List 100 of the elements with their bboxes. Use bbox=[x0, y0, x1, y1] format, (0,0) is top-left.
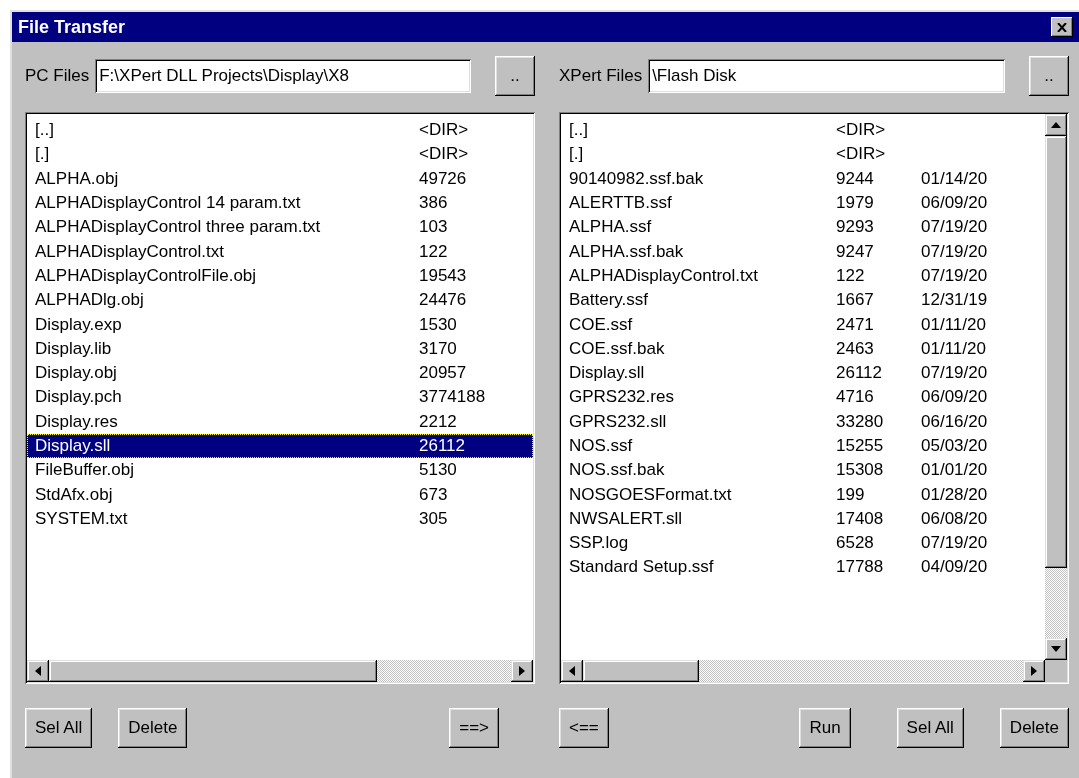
file-name: SSP.log bbox=[569, 533, 630, 554]
file-row[interactable]: Display.sll 26112 07/19/20 bbox=[561, 360, 1045, 386]
scroll-right-button[interactable] bbox=[1023, 660, 1045, 682]
file-row[interactable]: Display.obj 20957 bbox=[27, 360, 533, 386]
scroll-down-button[interactable] bbox=[1045, 638, 1067, 660]
file-name: NWSALERT.sll bbox=[569, 508, 684, 529]
file-size: 49726 bbox=[419, 168, 468, 189]
file-date: 07/19/20 bbox=[921, 265, 988, 286]
file-name: ALPHADisplayControl three param.txt bbox=[35, 217, 322, 238]
file-name: Display.pch bbox=[35, 387, 123, 408]
action-button[interactable]: Sel All bbox=[896, 708, 964, 748]
file-name: Battery.ssf bbox=[569, 290, 650, 311]
file-row[interactable]: FileBuffer.obj 5130 bbox=[27, 458, 533, 483]
file-row[interactable]: StdAfx.obj 673 bbox=[27, 482, 533, 507]
file-name: NOSGOESFormat.txt bbox=[569, 484, 733, 505]
scroll-up-button[interactable] bbox=[1045, 114, 1067, 136]
action-button[interactable]: Delete bbox=[118, 708, 188, 748]
file-row[interactable]: [..] <DIR> bbox=[27, 118, 533, 143]
file-row[interactable]: ALPHADisplayControl three param.txt 103 bbox=[27, 215, 533, 240]
vertical-scrollbar[interactable] bbox=[1045, 114, 1067, 660]
file-row[interactable]: NOSGOESFormat.txt 199 01/28/20 bbox=[561, 482, 1045, 507]
file-size: 17408 bbox=[836, 508, 885, 529]
browse-button[interactable]: .. bbox=[1029, 56, 1069, 96]
file-row[interactable]: SYSTEM.txt 305 bbox=[27, 506, 533, 532]
file-row[interactable]: Display.lib 3170 bbox=[27, 336, 533, 361]
file-row[interactable]: Display.sll 26112 bbox=[27, 433, 533, 459]
file-row[interactable]: ALPHADisplayControlFile.obj 19543 bbox=[27, 263, 533, 289]
file-row[interactable]: Display.exp 1530 bbox=[27, 312, 533, 337]
file-date: 01/01/20 bbox=[921, 460, 988, 481]
file-row[interactable]: ALPHA.ssf 9293 07/19/20 bbox=[561, 215, 1045, 240]
horizontal-scrollbar[interactable] bbox=[27, 660, 533, 682]
horizontal-scrollbar[interactable] bbox=[561, 660, 1045, 682]
file-size: 673 bbox=[419, 484, 449, 505]
file-row[interactable]: NOS.ssf.bak 15308 01/01/20 bbox=[561, 458, 1045, 483]
scroll-thumb[interactable] bbox=[583, 660, 699, 682]
file-size: 386 bbox=[419, 193, 449, 214]
action-button[interactable]: <== bbox=[559, 708, 609, 748]
file-row[interactable]: COE.ssf 2471 01/11/20 bbox=[561, 312, 1045, 337]
path-field[interactable]: \Flash Disk bbox=[648, 59, 1005, 93]
file-size: 9293 bbox=[836, 217, 875, 238]
file-date: 06/09/20 bbox=[921, 193, 988, 214]
file-name: ALPHA.ssf bbox=[569, 217, 653, 238]
file-row[interactable]: [..] <DIR> bbox=[561, 118, 1045, 143]
scroll-thumb[interactable] bbox=[1045, 136, 1067, 568]
file-row[interactable]: Standard Setup.ssf 17788 04/09/20 bbox=[561, 555, 1045, 580]
file-list[interactable] bbox=[559, 112, 1069, 684]
browse-button[interactable]: .. bbox=[495, 56, 535, 96]
file-row[interactable]: 90140982.ssf.bak 9244 01/14/20 bbox=[561, 166, 1045, 191]
file-row[interactable]: ALPHADisplayControl 14 param.txt 386 bbox=[27, 190, 533, 216]
file-row[interactable]: [.] <DIR> bbox=[561, 142, 1045, 167]
file-row[interactable]: Battery.ssf 1667 12/31/19 bbox=[561, 288, 1045, 313]
file-row[interactable]: Display.pch 3774188 bbox=[27, 385, 533, 410]
scroll-right-button[interactable] bbox=[511, 660, 533, 682]
file-name: Display.sll bbox=[35, 436, 112, 456]
file-size: 26112 bbox=[836, 363, 883, 384]
file-row[interactable]: ALPHA.ssf.bak 9247 07/19/20 bbox=[561, 239, 1045, 264]
file-size: 122 bbox=[419, 241, 449, 262]
close-button[interactable] bbox=[1051, 17, 1073, 37]
file-row[interactable]: COE.ssf.bak 2463 01/11/20 bbox=[561, 336, 1045, 361]
file-size: 2463 bbox=[836, 338, 875, 359]
file-row[interactable]: GPRS232.sll 33280 06/16/20 bbox=[561, 409, 1045, 434]
file-row[interactable]: ALPHADisplayControl.txt 122 07/19/20 bbox=[561, 263, 1045, 289]
scroll-left-button[interactable] bbox=[27, 660, 49, 682]
scroll-left-button[interactable] bbox=[561, 660, 583, 682]
file-name: ALERTTB.ssf bbox=[569, 193, 673, 214]
path-field[interactable]: F:\XPert DLL Projects\Display\X8 bbox=[95, 59, 471, 93]
file-size: 20957 bbox=[419, 363, 468, 384]
file-row[interactable]: Display.res 2212 bbox=[27, 409, 533, 434]
file-list[interactable] bbox=[25, 112, 535, 684]
scroll-thumb[interactable] bbox=[49, 660, 377, 682]
file-row[interactable]: NWSALERT.sll 17408 06/08/20 bbox=[561, 506, 1045, 532]
action-button[interactable]: Sel All bbox=[25, 708, 93, 748]
file-row[interactable]: GPRS232.res 4716 06/09/20 bbox=[561, 385, 1045, 410]
file-date: 01/11/20 bbox=[921, 314, 986, 335]
file-date: 07/19/20 bbox=[921, 241, 988, 262]
file-row[interactable]: SSP.log 6528 07/19/20 bbox=[561, 531, 1045, 556]
scrollbar-corner bbox=[1045, 660, 1067, 682]
file-size: 122 bbox=[836, 265, 866, 286]
action-button[interactable]: Run bbox=[799, 708, 851, 748]
close-icon bbox=[1057, 22, 1067, 32]
action-button[interactable]: Delete bbox=[999, 708, 1069, 748]
action-button[interactable]: ==> bbox=[449, 708, 499, 748]
file-size: 15255 bbox=[836, 436, 885, 456]
file-name: [.] bbox=[35, 144, 51, 165]
file-date: 04/09/20 bbox=[921, 557, 988, 578]
file-name: COE.ssf.bak bbox=[569, 338, 666, 359]
file-name: [.] bbox=[569, 144, 585, 165]
file-size: 9244 bbox=[836, 168, 875, 189]
file-name: Display.res bbox=[35, 411, 119, 432]
file-row[interactable]: NOS.ssf 15255 05/03/20 bbox=[561, 433, 1045, 459]
file-date: 01/28/20 bbox=[921, 484, 988, 505]
file-row[interactable]: [.] <DIR> bbox=[27, 142, 533, 167]
file-date: 06/08/20 bbox=[921, 508, 988, 529]
file-row[interactable]: ALPHADlg.obj 24476 bbox=[27, 288, 533, 313]
file-name: NOS.ssf bbox=[569, 436, 634, 456]
file-size: 199 bbox=[836, 484, 866, 505]
file-row[interactable]: ALPHA.obj 49726 bbox=[27, 166, 533, 191]
file-row[interactable]: ALPHADisplayControl.txt 122 bbox=[27, 239, 533, 264]
file-date: 05/03/20 bbox=[921, 436, 988, 456]
file-row[interactable]: ALERTTB.ssf 1979 06/09/20 bbox=[561, 190, 1045, 216]
